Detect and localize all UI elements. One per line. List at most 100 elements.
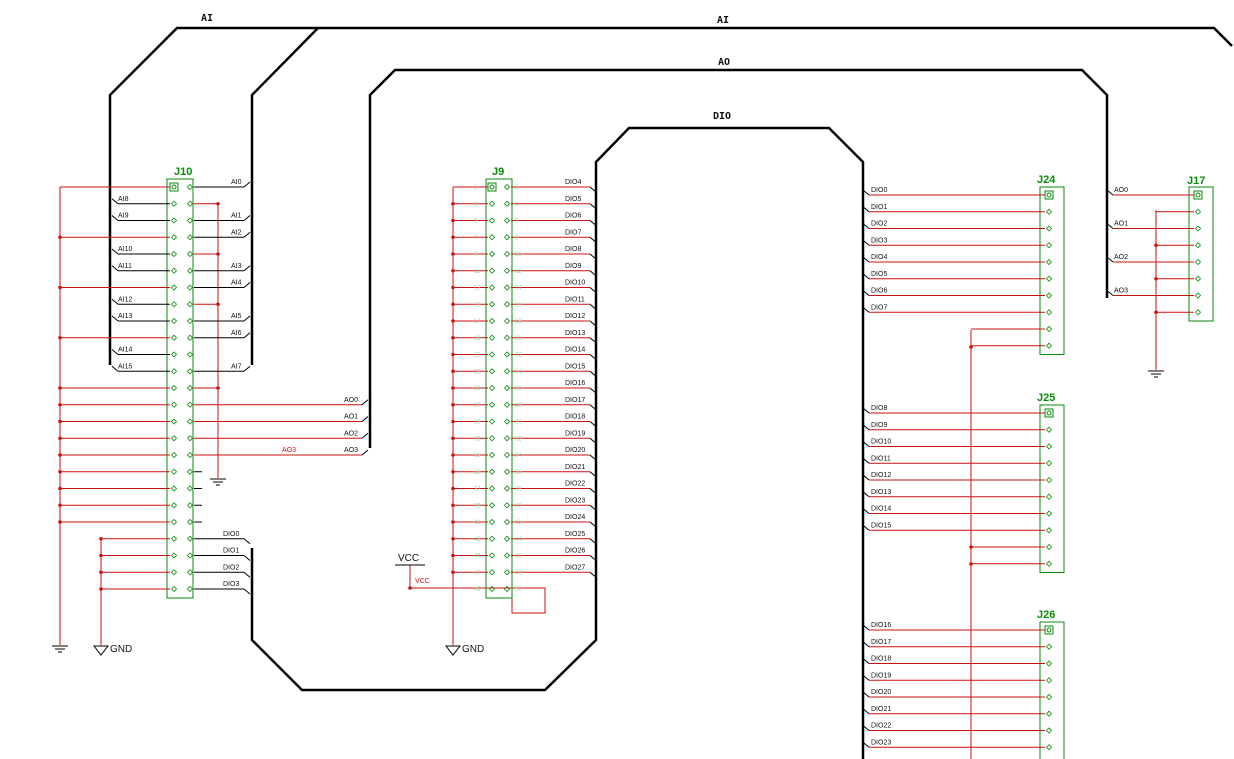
j10-gnd-dot (58, 402, 62, 407)
j17-pin (1195, 192, 1201, 198)
g-j24-label: DIO3 (871, 237, 887, 244)
j10-pin (170, 451, 178, 459)
g-j25-pin (1045, 560, 1053, 567)
j10-right-entry (243, 332, 251, 339)
g-j24-pin (1045, 342, 1053, 349)
j9-pin-number: 1 (474, 185, 478, 191)
g-j24-pin (1045, 225, 1053, 232)
connector-j9: J9 DIO4 DIO5 DIO6 DIO7 DIO8 DIO9 DIO10 DIO11 DIO1… (451, 166, 597, 599)
j17-ref: J17 (1187, 175, 1205, 187)
j10-pin (186, 485, 194, 492)
j10-pin (186, 435, 194, 442)
j9-gnd-dot (451, 386, 455, 390)
j10-dio-gnd-dot (99, 536, 103, 541)
j10-gnd-dot (58, 285, 62, 290)
j9-pin-number: 12 (515, 269, 522, 275)
j9-dio-label: DIO9 (565, 263, 581, 270)
j9-pin (488, 234, 496, 241)
gnd-label-left: GND (110, 644, 132, 655)
j9-pin-number: 38 (515, 487, 522, 493)
g-j26-label: DIO22 (871, 723, 891, 730)
j9-pin-number: 46 (515, 554, 522, 560)
j9-pin-number: 45 (474, 554, 481, 560)
j10-pin (170, 569, 178, 576)
j10-dio-gnd-dot (99, 587, 103, 591)
j10-pin (186, 301, 194, 308)
j9-dio-label: DIO11 (565, 296, 585, 303)
j17-pin-box (1193, 190, 1203, 200)
j10-pin (171, 184, 177, 190)
j10-ao-entry (361, 399, 369, 406)
j9-pin (488, 368, 496, 375)
j9-dio-label: DIO4 (565, 179, 581, 186)
gnd-symbol-j10-right (210, 478, 226, 486)
j10-pin (170, 334, 178, 341)
j10-ao-label: AO1 (344, 414, 358, 421)
j9-pin-number: 40 (515, 503, 522, 509)
j10-right-entry (243, 181, 251, 188)
j9-pin (503, 317, 511, 325)
j10-left-label: AI15 (118, 363, 133, 370)
j9-dio-label: DIO18 (565, 414, 585, 421)
j9-gnd-dot (451, 536, 455, 541)
j10-pin (186, 502, 194, 509)
j9-pin (488, 334, 496, 341)
j10-pin (170, 284, 178, 291)
j9-pin-number: 8 (515, 235, 519, 241)
j10-pin (170, 401, 178, 408)
j9-dio-label: DIO19 (565, 430, 585, 437)
j9-gnd-dot (451, 201, 455, 206)
j10-dio-label: DIO2 (223, 564, 239, 571)
j10-pin (186, 552, 194, 559)
j10-pin (186, 535, 194, 542)
j10-ao-label: AO3 (344, 447, 358, 454)
j9-pin (488, 301, 496, 308)
j10-gnd-dot (58, 503, 62, 508)
j17-gnd-dot (1154, 243, 1158, 248)
j10-pin (186, 518, 194, 526)
j9-pin (488, 485, 496, 492)
j10-ao-label: AO0 (344, 397, 358, 404)
g-j24-pin (1045, 309, 1053, 316)
j9-dio-label: DIO5 (565, 196, 581, 203)
j9-pin-number: 4 (515, 202, 519, 208)
j9-pin (503, 518, 511, 526)
ground-rails (59, 187, 1157, 759)
g-j24-pin (1045, 275, 1053, 282)
gnd-symbol-j17 (1148, 370, 1164, 378)
j10-rgnd-dot (216, 302, 220, 307)
j9-gnd-dot (451, 402, 455, 407)
j9-pin-number: 6 (515, 219, 519, 225)
j17-pin (1194, 292, 1202, 299)
bus-label-ai-left: AI (201, 13, 213, 24)
j10-right-label: AI2 (231, 229, 242, 236)
g-j24-ref: J24 (1037, 174, 1056, 186)
g-j24-pin (1045, 208, 1053, 215)
j10-pin (170, 267, 178, 274)
j9-pin-number: 41 (474, 520, 481, 526)
j10-pin (186, 585, 194, 593)
g-j26-pin (1046, 627, 1052, 633)
j10-pin (186, 569, 194, 576)
g-j26-label: DIO19 (871, 672, 891, 679)
j9-pin-number: 19 (474, 336, 481, 342)
j9-pin (503, 569, 511, 576)
g-j24-label: DIO0 (871, 187, 887, 194)
j10-rgnd-dot (216, 386, 220, 390)
bus-label-ao: AO (718, 57, 730, 68)
j9-gnd-dot (451, 553, 455, 558)
j9-pin (488, 267, 496, 274)
j9-pin-number: 24 (515, 369, 522, 375)
j10-pin (186, 267, 194, 274)
g-j24-pin (1045, 258, 1053, 266)
j9-dio-label: DIO25 (565, 531, 585, 538)
j9-dio-label: DIO8 (565, 246, 581, 253)
j10-left-label: AI10 (118, 246, 133, 253)
j9-pin-number: 26 (515, 386, 522, 392)
g-j26-pin (1045, 744, 1053, 751)
g-j26-label: DIO23 (871, 739, 891, 746)
j10-pin (170, 585, 178, 593)
j9-gnd-dot (451, 570, 455, 575)
j9-gnd-dot (451, 352, 455, 357)
j10-gnd-dot (58, 419, 62, 424)
